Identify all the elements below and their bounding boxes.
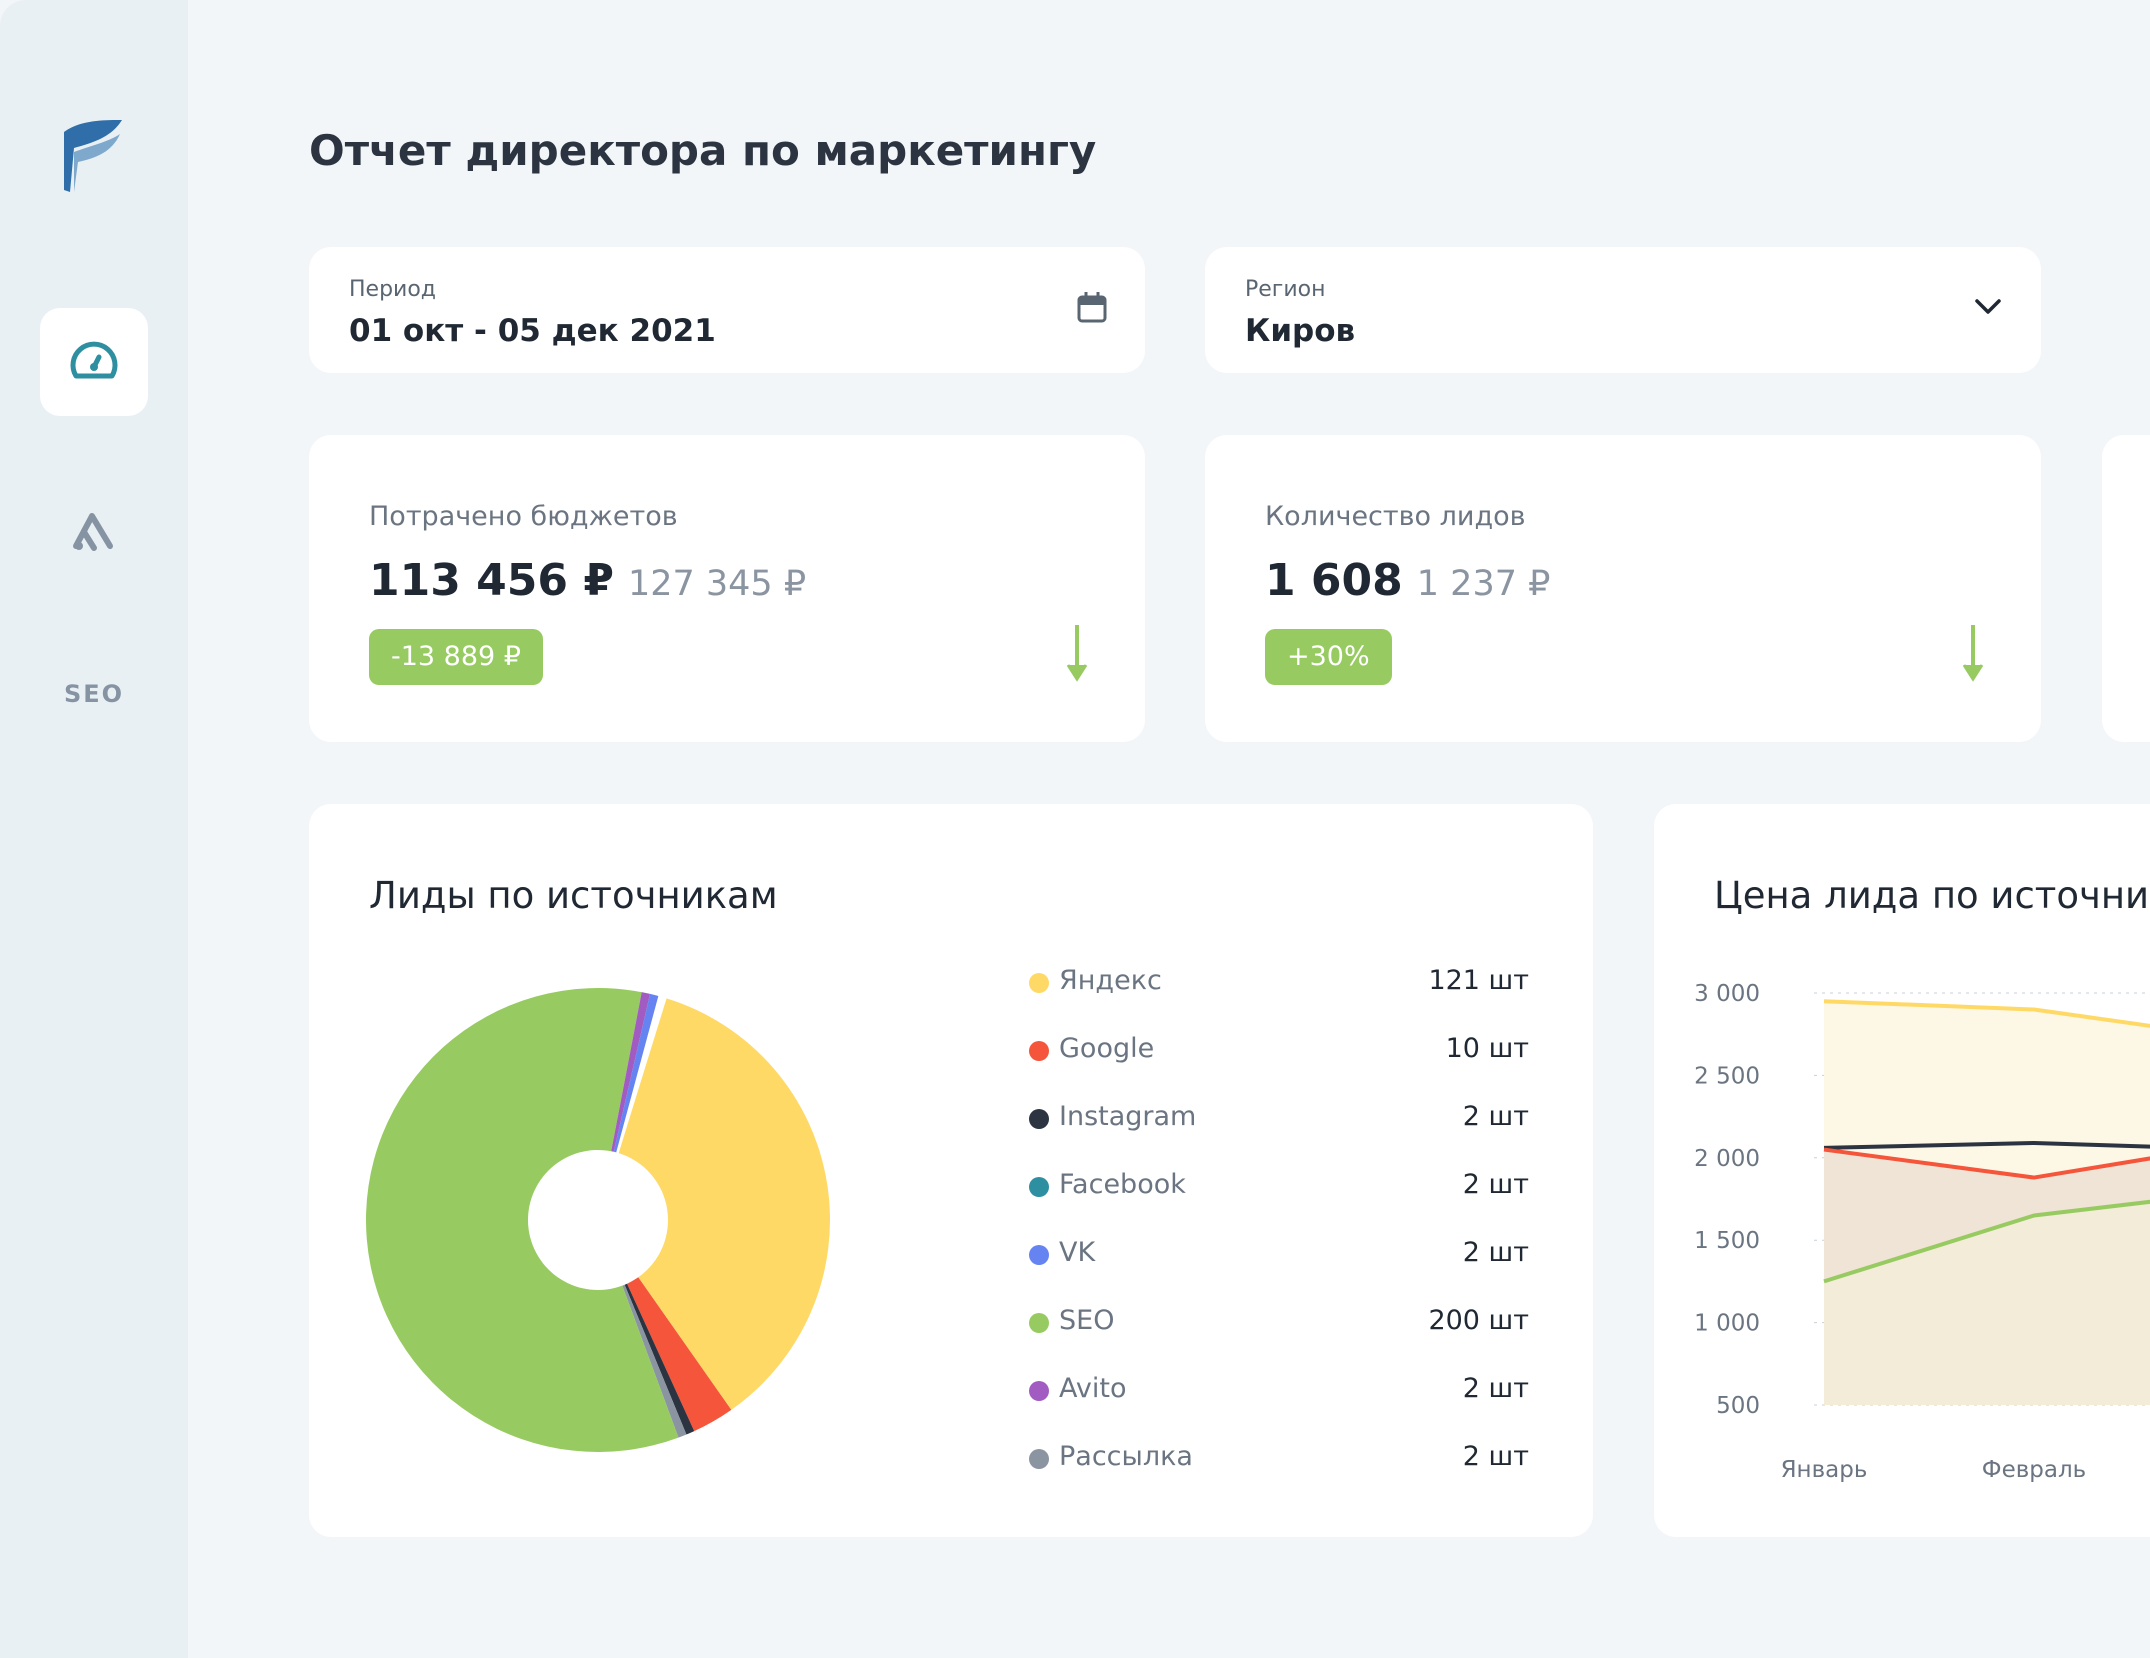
kpi-previous: 1 237 ₽ [1416,564,1551,604]
legend-label: SEO [1059,1305,1115,1336]
region-filter[interactable]: Регион Киров [1205,247,2041,373]
kpi-card-partial [2102,435,2150,742]
legend-item: Facebook 2 шт [1029,1166,1529,1206]
kpi-delta-badge: +30% [1265,629,1392,685]
region-label: Регион [1245,277,1326,302]
legend-label: VK [1059,1237,1096,1268]
legend-color-dot [1029,1177,1049,1197]
leads-pie-chart [366,988,830,1452]
legend-color-dot [1029,1245,1049,1265]
section-title: Лиды по источникам [369,874,778,917]
chevron-down-icon[interactable] [1973,291,2003,321]
legend-item: SEO 200 шт [1029,1302,1529,1342]
legend-item: Яндекс 121 шт [1029,962,1529,1002]
kpi-current: 1 608 [1265,555,1403,606]
region-value: Киров [1245,313,1356,349]
legend-label: Facebook [1059,1169,1186,1200]
legend-label: Рассылка [1059,1441,1193,1472]
y-tick-label: 1 000 [1694,1311,1760,1337]
lead-price-card: Цена лида по источникам 5001 0001 5002 0… [1654,804,2150,1537]
legend-value: 10 шт [1445,1033,1529,1064]
period-value: 01 окт - 05 дек 2021 [349,313,716,349]
period-label: Период [349,277,437,302]
kpi-delta-badge: -13 889 ₽ [369,629,543,685]
period-filter[interactable]: Период 01 окт - 05 дек 2021 [309,247,1145,373]
kpi-value: 113 456 ₽ 127 345 ₽ [369,555,806,606]
legend-color-dot [1029,1381,1049,1401]
sidebar-item-seo[interactable]: SEO [0,680,188,708]
legend-label: Яндекс [1059,965,1162,996]
lead-price-area-chart: 500 1 000 1 500 2 000 2 500 3 000 Январь Феврал… [1694,981,2150,1483]
legend-color-dot [1029,1449,1049,1469]
kpi-label: Количество лидов [1265,501,1526,532]
kpi-card-budget: Потрачено бюджетов 113 456 ₽ 127 345 ₽ -1… [309,435,1145,742]
dashboard-gauge-icon [70,341,118,379]
legend-item: Instagram 2 шт [1029,1098,1529,1138]
kpi-label: Потрачено бюджетов [369,501,678,532]
legend-label: Avito [1059,1373,1127,1404]
x-tick-label: Февраль [1982,1457,2086,1483]
legend-value: 2 шт [1462,1237,1529,1268]
y-tick-label: 2 000 [1694,1146,1760,1172]
legend-item: VK 2 шт [1029,1234,1529,1274]
arrow-down-icon [1962,625,1984,682]
legend-label: Google [1059,1033,1155,1064]
legend-color-dot [1029,973,1049,993]
kpi-current: 113 456 ₽ [369,555,614,606]
ads-icon[interactable] [70,506,118,554]
sidebar: SEO [0,0,188,1658]
y-tick-label: 3 000 [1694,981,1760,1007]
calendar-icon[interactable] [1077,291,1107,323]
y-tick-label: 2 500 [1694,1063,1760,1089]
legend-color-dot [1029,1041,1049,1061]
kpi-value: 1 608 1 237 ₽ [1265,555,1550,606]
legend-label: Instagram [1059,1101,1197,1132]
legend-value: 2 шт [1462,1441,1529,1472]
legend-color-dot [1029,1109,1049,1129]
y-tick-label: 500 [1716,1393,1760,1419]
leads-by-source-card: Лиды по источникам Яндекс 121 шт Google 10 … [309,804,1593,1537]
kpi-card-leads: Количество лидов 1 608 1 237 ₽ +30% [1205,435,2041,742]
legend-item: Рассылка 2 шт [1029,1438,1529,1478]
y-tick-label: 1 500 [1694,1228,1760,1254]
app-logo[interactable] [60,116,130,192]
legend-item: Avito 2 шт [1029,1370,1529,1410]
legend-value: 2 шт [1462,1101,1529,1132]
sidebar-item-dashboard[interactable] [40,308,148,416]
legend-value: 121 шт [1428,965,1529,996]
legend-value: 200 шт [1428,1305,1529,1336]
legend-color-dot [1029,1313,1049,1333]
legend-item: Google 10 шт [1029,1030,1529,1070]
legend-value: 2 шт [1462,1169,1529,1200]
arrow-down-icon [1066,625,1088,682]
page-title: Отчет директора по маркетингу [309,126,1097,175]
x-tick-label: Январь [1781,1457,1868,1483]
kpi-previous: 127 345 ₽ [627,564,807,604]
legend-value: 2 шт [1462,1373,1529,1404]
